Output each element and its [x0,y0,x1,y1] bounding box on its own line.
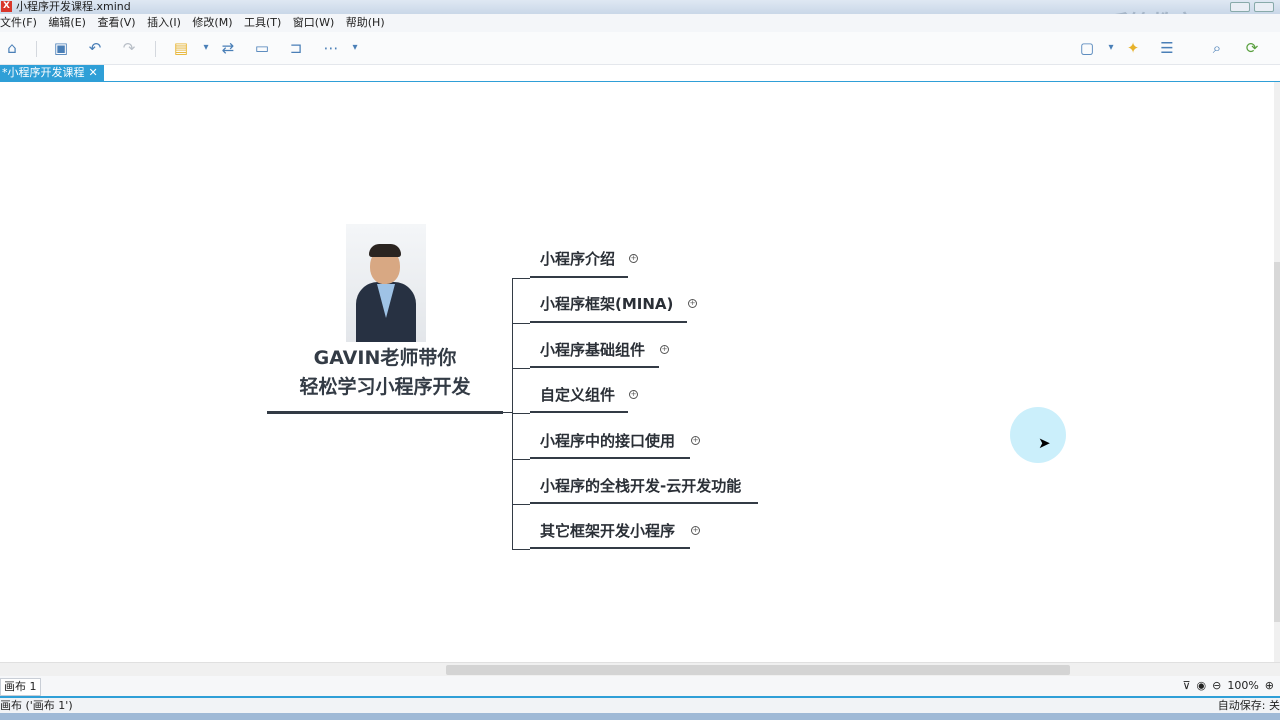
window-title: 小程序开发课程.xmind [16,0,131,13]
menu-insert[interactable]: 插入(I) [147,14,181,32]
horizontal-scroll-thumb[interactable] [446,665,1070,675]
menu-window[interactable]: 窗口(W) [293,14,334,32]
menu-bar: 文件(F) 编辑(E) 查看(V) 插入(I) 修改(M) 工具(T) 窗口(W… [0,14,1280,32]
expand-icon[interactable]: + [660,345,669,354]
xmind-app-icon: X [1,1,12,12]
mouse-cursor-icon: ➤ [1038,434,1051,452]
zoom-in-icon[interactable]: ⊕ [1265,676,1274,696]
minimize-button[interactable] [1230,2,1250,12]
sheet-tab[interactable]: 画布 1 [0,678,41,696]
topic-underline [530,547,690,549]
topic-underline [530,457,690,459]
home-icon[interactable]: ⌂ [3,39,21,57]
brainstorm-bulb-icon[interactable]: ✦ [1124,39,1142,57]
menu-view[interactable]: 查看(V) [97,14,135,32]
summary-icon[interactable]: ⊐ [287,39,305,57]
topic-underline [530,276,628,278]
outline-icon[interactable]: ☰ [1158,39,1176,57]
menu-file[interactable]: 文件(F) [0,14,37,32]
share-icon[interactable]: ⟳ [1243,39,1261,57]
topic-underline [530,502,758,504]
topic-basic-components[interactable]: 小程序基础组件 [540,340,645,360]
save-icon[interactable]: ▣ [52,39,70,57]
photo-hair [369,244,401,257]
search-icon[interactable]: ⌕ [1208,39,1226,57]
topic-underline [530,366,659,368]
topic-mina[interactable]: 小程序框架(MINA) [540,294,673,314]
eye-icon[interactable]: ◉ [1197,676,1207,696]
maximize-button[interactable] [1254,2,1274,12]
sheet-bar: 画布 1 ⊽ ◉ ⊖ 100% ⊕ [0,676,1280,698]
editor-tab-strip: *小程序开发课程 ✕ [0,64,1280,83]
branch-line [512,459,530,460]
vertical-scroll-thumb[interactable] [1274,262,1280,622]
zoom-level: 100% [1227,679,1259,692]
status-bar: 画布 ('画布 1') 自动保存: 关 [0,698,1280,713]
tab-mindmap[interactable]: *小程序开发课程 ✕ [0,65,104,81]
insert-topic-icon[interactable]: ▤ [172,39,190,57]
zoom-out-icon[interactable]: ⊖ [1212,676,1221,696]
horizontal-scrollbar[interactable] [0,662,1280,677]
expand-icon[interactable]: + [691,436,700,445]
expand-icon[interactable]: + [691,526,700,535]
topic-cloud-development[interactable]: 小程序的全栈开发-云开发功能 [540,476,741,496]
topic-other-frameworks[interactable]: 其它框架开发小程序 [540,521,675,541]
tab-label: *小程序开发课程 [2,66,85,79]
topic-intro[interactable]: 小程序介绍 [540,249,615,269]
branch-line [512,549,530,550]
topic-api-usage[interactable]: 小程序中的接口使用 [540,431,675,451]
redo-icon[interactable]: ↷ [120,39,138,57]
title-bar: X 小程序开发课程.xmind [0,0,1280,14]
filter-icon[interactable]: ⊽ [1182,676,1190,696]
status-canvas-name: 画布 ('画布 1') [0,699,73,712]
topic-custom-components[interactable]: 自定义组件 [540,385,615,405]
boundary-icon[interactable]: ▭ [253,39,271,57]
teacher-photo [346,224,426,342]
toolbar-separator [36,41,37,57]
chevron-down-icon[interactable]: ▾ [197,39,215,57]
window-controls [1230,2,1274,12]
topic-underline [530,411,628,413]
more-icon[interactable]: ⋯ [322,39,340,57]
relationship-icon[interactable]: ⇄ [219,39,237,57]
menu-help[interactable]: 帮助(H) [346,14,385,32]
os-taskbar [0,713,1280,720]
branch-line [512,323,530,324]
chevron-down-icon[interactable]: ▾ [346,39,364,57]
close-icon[interactable]: ✕ [89,66,98,79]
topic-underline [530,321,687,323]
presentation-icon[interactable]: ▢ [1078,39,1096,57]
undo-icon[interactable]: ↶ [86,39,104,57]
chevron-down-icon[interactable]: ▾ [1102,39,1120,57]
menu-modify[interactable]: 修改(M) [192,14,232,32]
menu-edit[interactable]: 编辑(E) [48,14,86,32]
toolbar-separator [155,41,156,57]
central-topic[interactable]: GAVIN老师带你 轻松学习小程序开发 [266,344,504,402]
branch-line [512,368,530,369]
toolbar: ⌂ ▣ ↶ ↷ ▤ ▾ ⇄ ▭ ⊐ ⋯ ▾ ▢ ▾ ✦ ☰ ⌕ ⟳ [0,32,1280,65]
branch-line [512,413,530,414]
expand-icon[interactable]: + [688,299,697,308]
expand-icon[interactable]: + [629,390,638,399]
branch-line [512,504,530,505]
zoom-controls: ⊽ ◉ ⊖ 100% ⊕ [1182,676,1274,696]
expand-icon[interactable]: + [629,254,638,263]
vertical-scrollbar[interactable] [1274,82,1280,662]
autosave-status[interactable]: 自动保存: 关 [1218,698,1280,713]
mindmap-canvas[interactable]: GAVIN老师带你 轻松学习小程序开发 小程序介绍 + 小程序框架(MINA) … [0,82,1274,662]
menu-tools[interactable]: 工具(T) [244,14,281,32]
central-topic-line1: GAVIN老师带你 [313,347,457,369]
branch-line [512,278,530,279]
central-topic-line2: 轻松学习小程序开发 [299,376,471,398]
central-topic-underline [267,411,503,414]
